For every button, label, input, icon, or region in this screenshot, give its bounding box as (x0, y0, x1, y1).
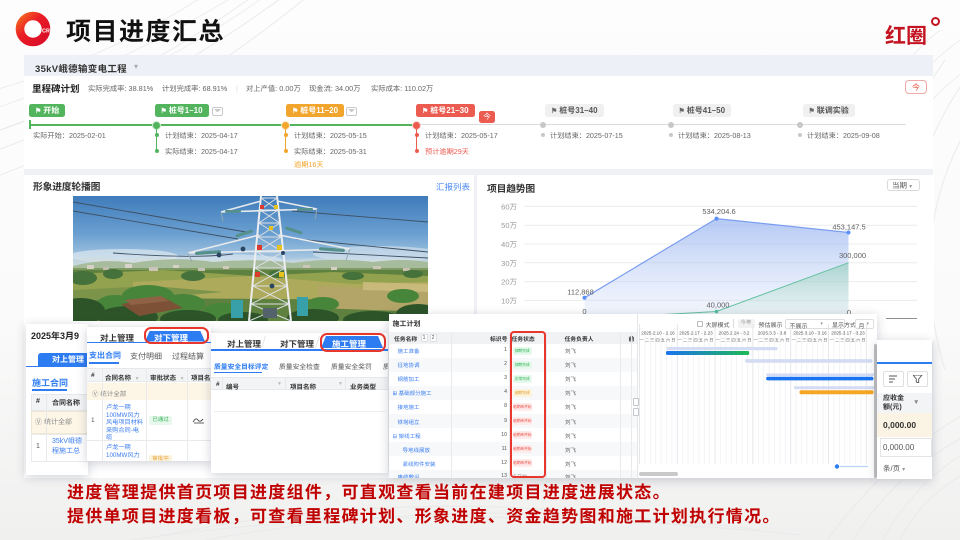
svg-text:2025.2.10 - 2.16: 2025.2.10 - 2.16 (641, 331, 675, 336)
svg-text:一二三四五六日: 一二三四五六日 (791, 338, 828, 343)
svg-text:2025.2.24 - 3.2: 2025.2.24 - 3.2 (718, 331, 749, 336)
svg-text:40,000: 40,000 (707, 301, 730, 310)
svg-text:50万: 50万 (501, 221, 517, 230)
svg-text:一二三四五六日: 一二三四五六日 (639, 338, 676, 343)
svg-text:2025.2.17 - 2.23: 2025.2.17 - 2.23 (679, 331, 713, 336)
svg-text:一二三四五六日: 一二三四五六日 (677, 338, 714, 343)
svg-text:40万: 40万 (501, 240, 517, 249)
svg-text:2025.3.10 - 3.16: 2025.3.10 - 3.16 (793, 331, 827, 336)
svg-text:2025.3.17 - 3.23: 2025.3.17 - 3.23 (831, 331, 865, 336)
svg-text:112,868: 112,868 (567, 288, 594, 297)
svg-text:一二三四五六日: 一二三四五六日 (753, 338, 790, 343)
svg-text:一二三四五六日: 一二三四五六日 (829, 338, 866, 343)
svg-text:30万: 30万 (501, 259, 517, 268)
svg-text:2025.3.3 - 3.8: 2025.3.3 - 3.8 (757, 331, 786, 336)
svg-text:534,204.6: 534,204.6 (702, 207, 735, 216)
svg-text:一二三四五六日: 一二三四五六日 (715, 338, 752, 343)
svg-text:CRM: CRM (42, 29, 51, 35)
svg-text:10万: 10万 (501, 296, 517, 305)
svg-text:60万: 60万 (501, 202, 517, 211)
svg-text:300,000: 300,000 (839, 251, 866, 260)
svg-text:20万: 20万 (501, 278, 517, 287)
svg-text:453,147.5: 453,147.5 (832, 223, 865, 232)
